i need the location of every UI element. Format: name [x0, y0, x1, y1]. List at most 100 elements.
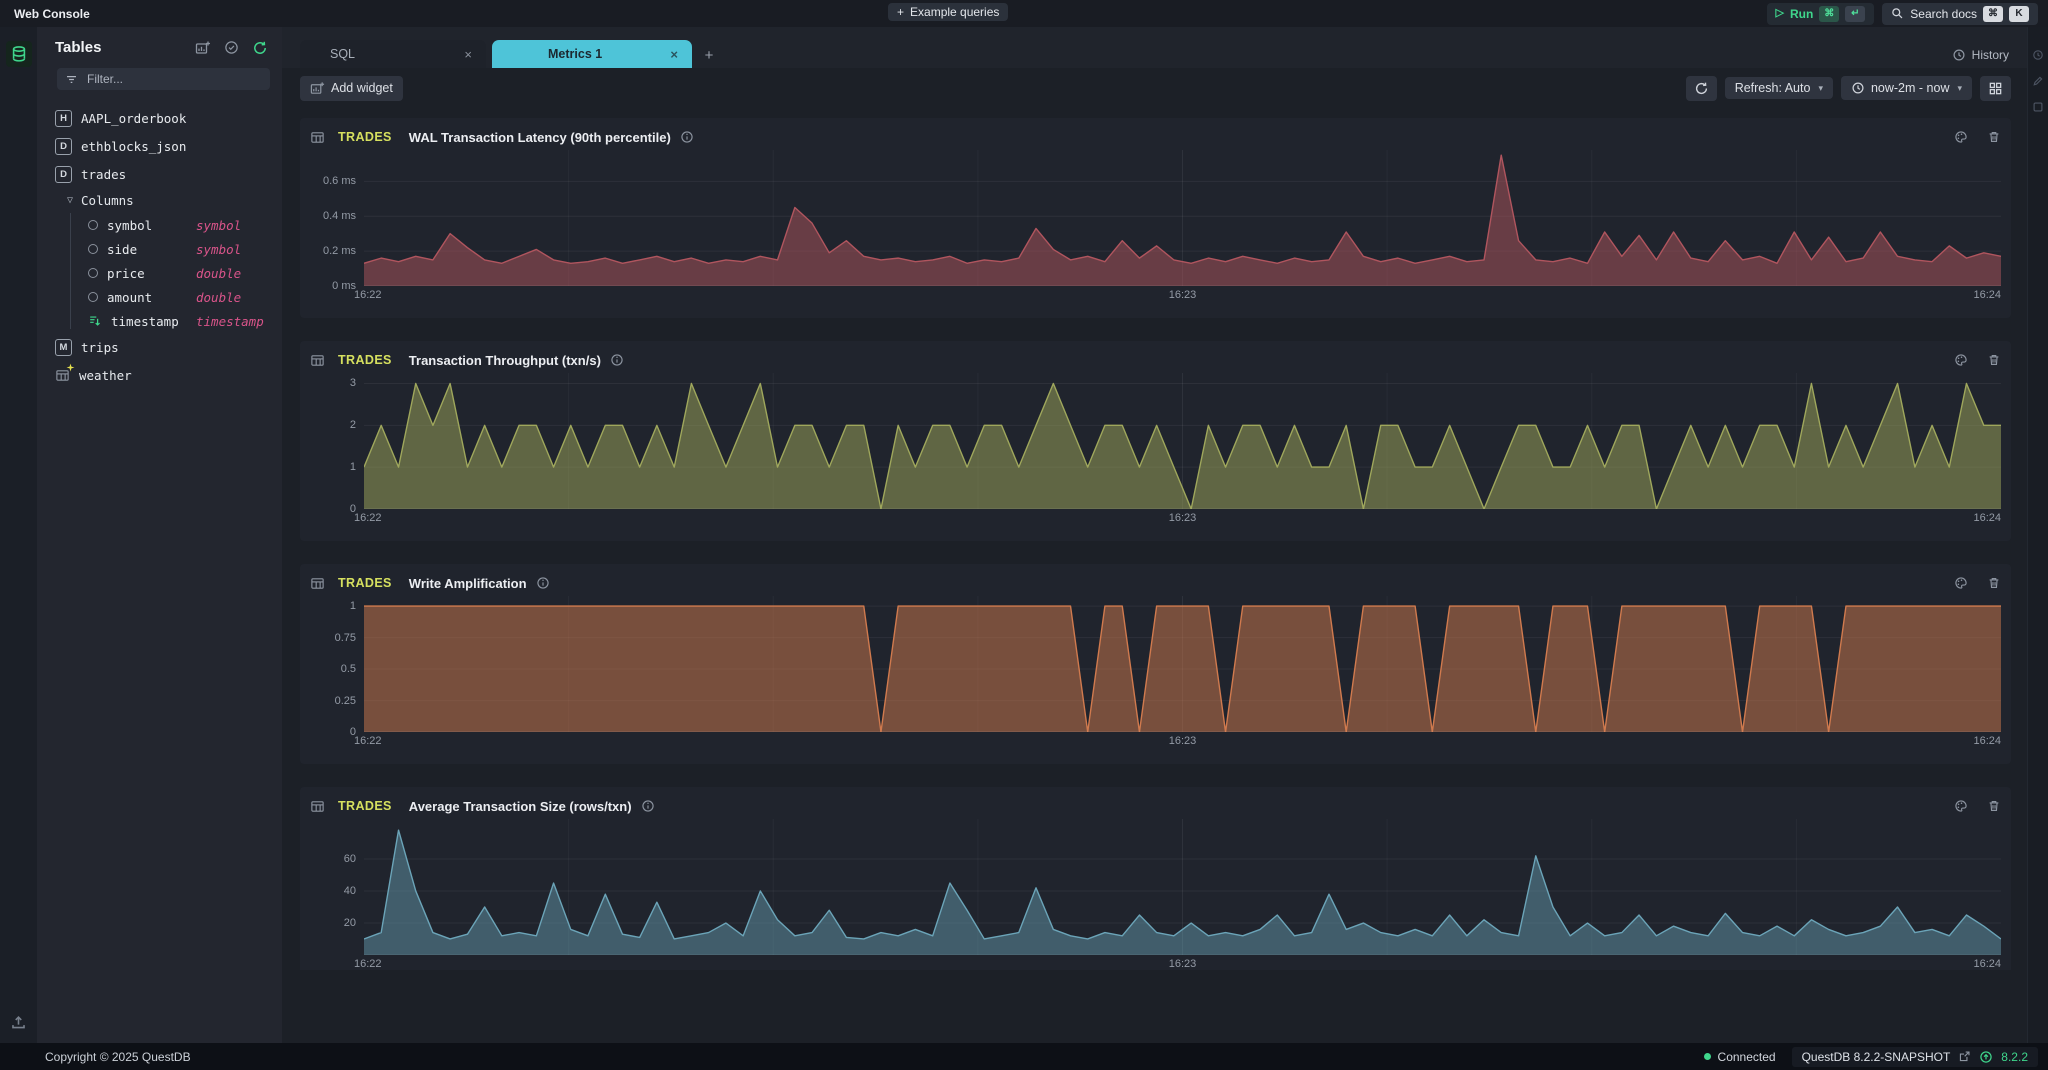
tab-sql[interactable]: SQL ×	[300, 40, 486, 68]
table-type-badge: H	[55, 110, 72, 127]
trash-icon[interactable]	[1987, 576, 2001, 590]
tables-title: Tables	[55, 39, 101, 56]
column-row-symbol[interactable]: symbolsymbol	[37, 213, 282, 237]
x-axis-label: 16:22	[354, 512, 382, 524]
area-chart[interactable]	[364, 373, 2001, 509]
check-circle-icon[interactable]	[224, 40, 239, 55]
area-chart[interactable]	[364, 819, 2001, 955]
trash-icon[interactable]	[1987, 799, 2001, 813]
filter-input[interactable]	[57, 68, 270, 90]
refresh-tables-icon[interactable]	[252, 40, 268, 56]
widget-title: WAL Transaction Latency (90th percentile…	[409, 130, 671, 145]
table-icon	[310, 353, 325, 368]
clock-icon	[1851, 81, 1865, 95]
x-axis: 16:22 16:23 16:24	[364, 955, 2001, 970]
table-icon	[310, 576, 325, 591]
column-type: symbol	[196, 242, 268, 257]
x-axis-label: 16:23	[1169, 958, 1197, 970]
refresh-mode-dropdown[interactable]: Refresh: Auto ▾	[1725, 77, 1833, 100]
y-axis-label: 0.5	[341, 663, 356, 675]
table-row-trades[interactable]: Dtrades	[37, 160, 282, 188]
chevron-down-icon: ▾	[1818, 84, 1823, 93]
trash-icon[interactable]	[1987, 130, 2001, 144]
metric-widget-3: TRADES Write Amplification 00.250.50.751	[300, 564, 2011, 764]
column-dot-icon	[88, 220, 98, 230]
enter-key-badge: ↵	[1845, 6, 1865, 22]
info-icon[interactable]	[536, 576, 550, 590]
example-queries-button[interactable]: + Example queries	[888, 3, 1008, 21]
external-link-icon[interactable]	[1958, 1050, 1971, 1063]
tab-metrics[interactable]: Metrics 1 ×	[492, 40, 692, 68]
info-icon[interactable]	[641, 799, 655, 813]
version-info[interactable]: QuestDB 8.2.2-SNAPSHOT 8.2.2	[1792, 1047, 2038, 1067]
x-axis-label: 16:22	[354, 289, 382, 301]
update-available-icon[interactable]	[1979, 1050, 1993, 1064]
column-row-side[interactable]: side symbol	[37, 237, 282, 261]
x-axis-label: 16:24	[1973, 512, 2001, 524]
column-row-amount[interactable]: amountdouble	[37, 285, 282, 309]
time-range-dropdown[interactable]: now-2m - now ▾	[1841, 76, 1972, 100]
table-name: AAPL_orderbook	[81, 111, 186, 126]
widget-table-name[interactable]: TRADES	[338, 799, 392, 813]
widget-table-name[interactable]: TRADES	[338, 576, 392, 590]
search-icon	[1891, 7, 1904, 20]
widget-table-name[interactable]: TRADES	[338, 130, 392, 144]
import-icon[interactable]	[10, 1014, 27, 1031]
add-tab-button[interactable]: +	[696, 42, 722, 68]
cmd-key-badge: ⌘	[1819, 6, 1839, 22]
palette-icon[interactable]	[1954, 799, 1968, 813]
pencil-icon[interactable]	[2032, 75, 2044, 87]
y-axis: 0123	[310, 373, 364, 527]
table-row-trips[interactable]: Mtrips	[37, 333, 282, 361]
refresh-button[interactable]	[1686, 76, 1717, 101]
clock-icon[interactable]	[2032, 49, 2044, 61]
column-row-price[interactable]: pricedouble	[37, 261, 282, 285]
connection-status: Connected	[1704, 1050, 1776, 1064]
copyright: Copyright © 2025 QuestDB	[45, 1050, 191, 1064]
x-axis: 16:22 16:23 16:24	[364, 732, 2001, 750]
x-axis-label: 16:24	[1973, 735, 2001, 747]
add-metrics-icon[interactable]	[195, 40, 211, 56]
search-cmd-badge: ⌘	[1983, 6, 2003, 22]
add-widget-button[interactable]: Add widget	[300, 76, 403, 101]
column-row-timestamp[interactable]: timestamptimestamp	[37, 309, 282, 333]
palette-icon[interactable]	[1954, 576, 1968, 590]
close-icon[interactable]: ×	[668, 47, 680, 62]
y-axis-label: 1	[350, 600, 356, 612]
column-name: timestamp	[111, 314, 179, 329]
table-row-ethblocks_json[interactable]: Dethblocks_json	[37, 132, 282, 160]
info-icon[interactable]	[610, 353, 624, 367]
column-name: symbol	[107, 218, 152, 233]
history-button[interactable]: History	[1952, 48, 2009, 62]
metric-widget-2: TRADES Transaction Throughput (txn/s) 01…	[300, 341, 2011, 541]
y-axis-label: 2	[350, 419, 356, 431]
table-name: weather	[79, 368, 132, 383]
column-name: side	[107, 242, 137, 257]
x-axis-label: 16:24	[1973, 958, 2001, 970]
table-name: trips	[81, 340, 119, 355]
tables-list: H AAPL_orderbook Dethblocks_jsonDtrades▽ C…	[37, 104, 282, 389]
search-docs-button[interactable]: Search docs ⌘ K	[1882, 3, 2038, 25]
info-icon[interactable]	[680, 130, 694, 144]
close-icon[interactable]: ×	[462, 47, 474, 62]
widget-table-name[interactable]: TRADES	[338, 353, 392, 367]
table-grid-icon	[55, 368, 70, 383]
area-chart[interactable]	[364, 150, 2001, 286]
grid-layout-button[interactable]	[1980, 76, 2011, 101]
x-axis-label: 16:22	[354, 958, 382, 970]
panel-icon[interactable]	[2032, 101, 2044, 113]
table-icon	[310, 799, 325, 814]
columns-toggle[interactable]: ▽ Columns	[37, 188, 282, 213]
table-row-AAPL_orderbook[interactable]: H AAPL_orderbook	[37, 104, 282, 132]
table-row-weather[interactable]: weather	[37, 361, 282, 389]
filter-text-field[interactable]	[85, 71, 262, 87]
questdb-logo[interactable]	[6, 41, 32, 67]
y-axis-label: 60	[344, 853, 356, 865]
trash-icon[interactable]	[1987, 353, 2001, 367]
run-button[interactable]: ▷ Run ⌘ ↵	[1767, 3, 1875, 25]
palette-icon[interactable]	[1954, 353, 1968, 367]
column-name: price	[107, 266, 145, 281]
y-axis-label: 3	[350, 377, 356, 389]
area-chart[interactable]	[364, 596, 2001, 732]
palette-icon[interactable]	[1954, 130, 1968, 144]
